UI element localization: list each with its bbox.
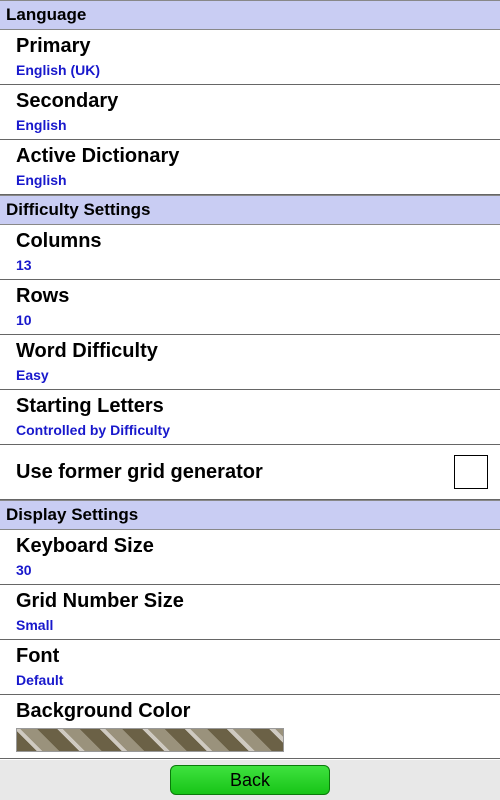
setting-secondary[interactable]: Secondary English xyxy=(0,85,500,140)
setting-starting-letters[interactable]: Starting Letters Controlled by Difficult… xyxy=(0,390,500,445)
setting-label: Background Color xyxy=(16,699,500,724)
setting-background-color[interactable]: Background Color xyxy=(0,695,500,759)
setting-value: Controlled by Difficulty xyxy=(16,422,500,438)
setting-value: Small xyxy=(16,617,500,633)
setting-value: English xyxy=(16,117,500,133)
setting-grid-number-size[interactable]: Grid Number Size Small xyxy=(0,585,500,640)
setting-columns[interactable]: Columns 13 xyxy=(0,225,500,280)
setting-value: English xyxy=(16,172,500,188)
setting-label: Secondary xyxy=(16,89,500,114)
setting-value: English (UK) xyxy=(16,62,500,78)
setting-value: 30 xyxy=(16,562,500,578)
back-button[interactable]: Back xyxy=(170,765,330,795)
former-grid-checkbox[interactable] xyxy=(454,455,488,489)
setting-label: Use former grid generator xyxy=(16,460,263,485)
setting-label: Keyboard Size xyxy=(16,534,500,559)
footer-bar: Back xyxy=(0,760,500,800)
setting-keyboard-size[interactable]: Keyboard Size 30 xyxy=(0,530,500,585)
setting-label: Word Difficulty xyxy=(16,339,500,364)
setting-value: Default xyxy=(16,672,500,688)
setting-label: Columns xyxy=(16,229,500,254)
setting-value: 10 xyxy=(16,312,500,328)
setting-primary[interactable]: Primary English (UK) xyxy=(0,30,500,85)
setting-value: Easy xyxy=(16,367,500,383)
setting-label: Font xyxy=(16,644,500,669)
setting-label: Active Dictionary xyxy=(16,144,500,169)
setting-word-difficulty[interactable]: Word Difficulty Easy xyxy=(0,335,500,390)
section-header-difficulty: Difficulty Settings xyxy=(0,195,500,225)
setting-label: Grid Number Size xyxy=(16,589,500,614)
section-header-language: Language xyxy=(0,0,500,30)
setting-label: Starting Letters xyxy=(16,394,500,419)
setting-font[interactable]: Font Default xyxy=(0,640,500,695)
setting-former-grid[interactable]: Use former grid generator xyxy=(0,445,500,500)
section-header-display: Display Settings xyxy=(0,500,500,530)
background-color-swatch xyxy=(16,728,284,752)
setting-rows[interactable]: Rows 10 xyxy=(0,280,500,335)
settings-scroll[interactable]: Language Primary English (UK) Secondary … xyxy=(0,0,500,760)
setting-label: Rows xyxy=(16,284,500,309)
setting-active-dictionary[interactable]: Active Dictionary English xyxy=(0,140,500,195)
setting-label: Primary xyxy=(16,34,500,59)
setting-value: 13 xyxy=(16,257,500,273)
